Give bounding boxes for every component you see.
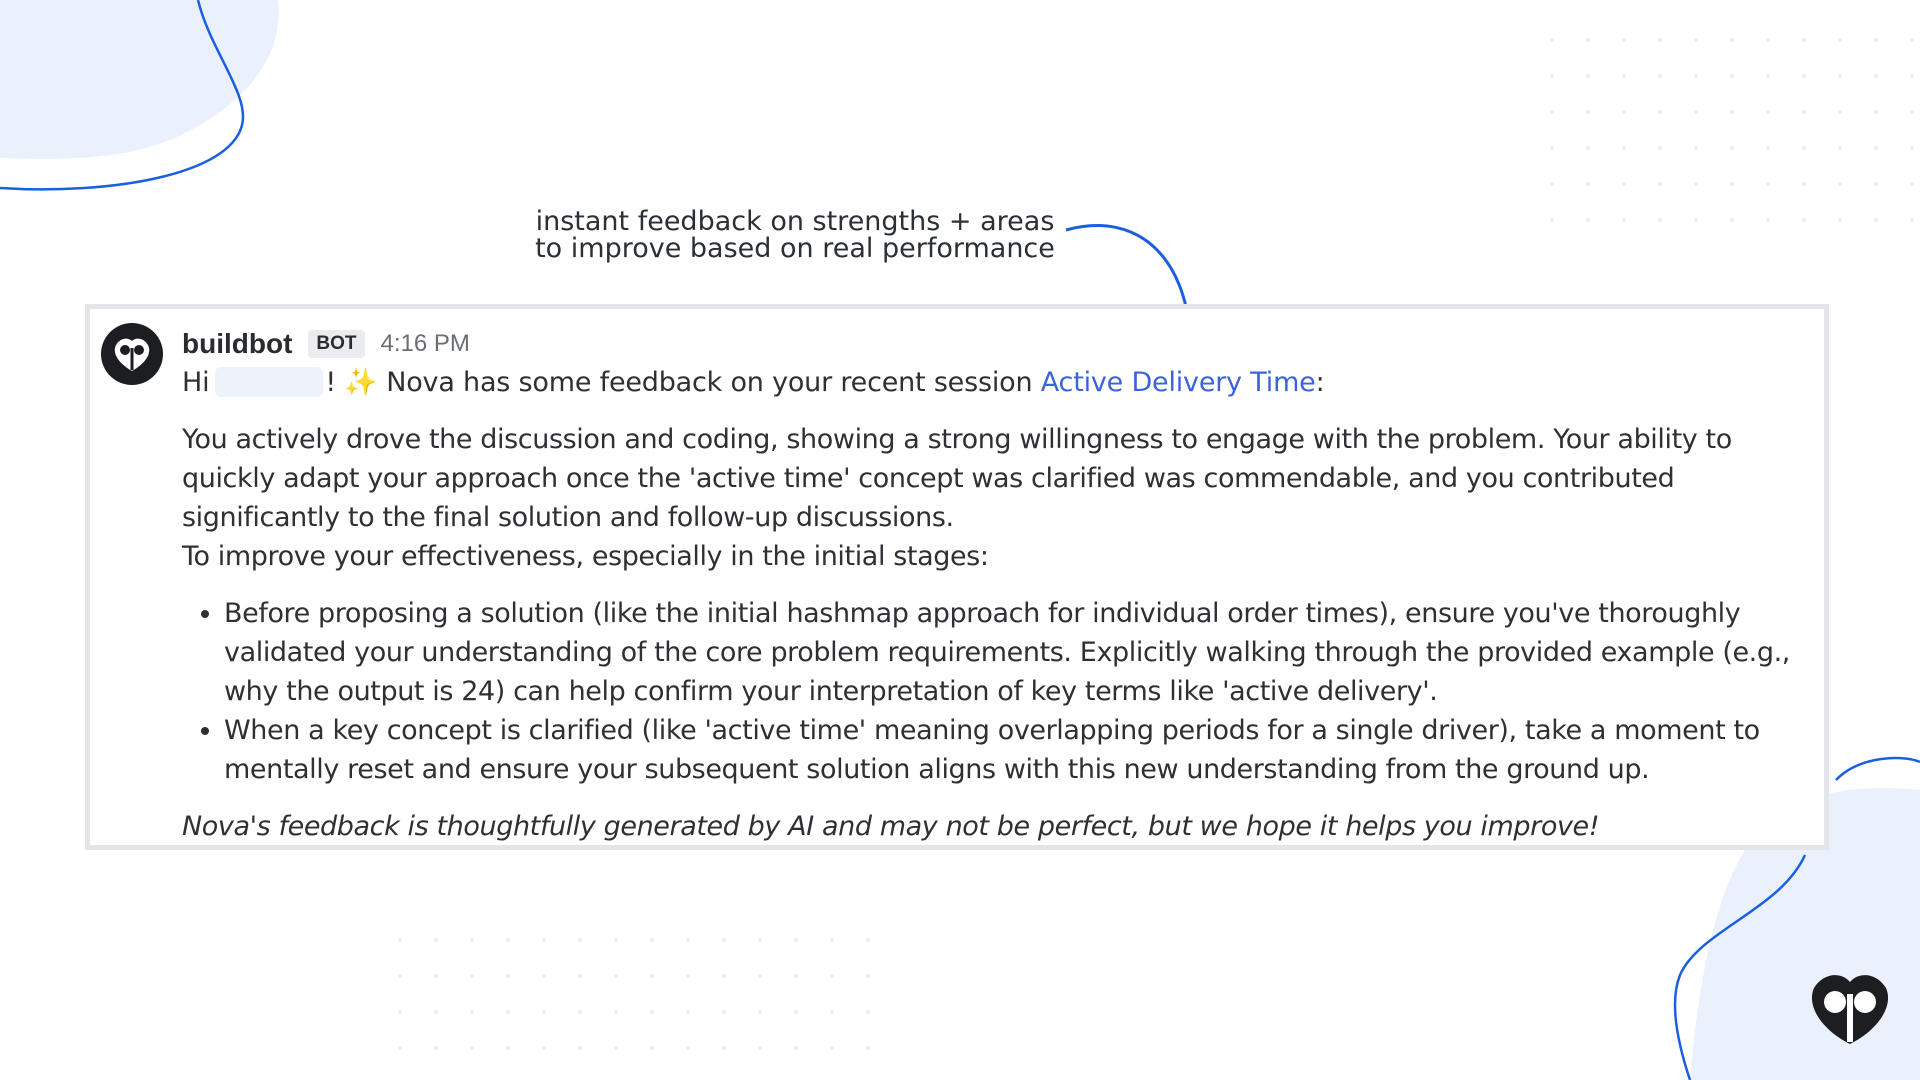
username[interactable]: buildbot bbox=[182, 328, 292, 360]
dot-grid-bottom bbox=[380, 930, 880, 1080]
top-left-blob bbox=[0, 0, 279, 159]
list-item: When a key concept is clarified (like 'a… bbox=[224, 711, 1812, 789]
annotation-line-2: to improve based on real performance bbox=[535, 233, 1055, 264]
owl-logo-icon bbox=[114, 338, 150, 371]
greeting-line: Hi! ✨ Nova has some feedback on your rec… bbox=[182, 366, 1325, 398]
bot-avatar[interactable] bbox=[101, 323, 163, 385]
message-header: buildbot BOT 4:16 PM bbox=[182, 326, 470, 362]
feedback-paragraph-strengths: You actively drove the discussion and co… bbox=[182, 424, 1732, 533]
feedback-bullet-list: Before proposing a solution (like the in… bbox=[182, 594, 1812, 789]
ai-disclaimer: Nova's feedback is thoughtfully generate… bbox=[182, 811, 1600, 842]
timestamp[interactable]: 4:16 PM bbox=[381, 330, 470, 358]
list-item: Before proposing a solution (like the in… bbox=[224, 594, 1812, 711]
greeting-exclaim: ! bbox=[325, 367, 337, 398]
top-left-line bbox=[0, 0, 245, 191]
bot-badge: BOT bbox=[308, 330, 365, 358]
session-link[interactable]: Active Delivery Time bbox=[1041, 367, 1316, 398]
redacted-name bbox=[215, 367, 324, 397]
feedback-paragraph-improve: To improve your effectiveness, especiall… bbox=[182, 541, 989, 572]
dot-grid-top-right bbox=[1535, 10, 1920, 250]
message-body: You actively drove the discussion and co… bbox=[182, 420, 1812, 846]
greeting-prefix: Hi bbox=[182, 367, 210, 398]
owl-logo-icon bbox=[1811, 975, 1889, 1044]
annotation-line-1: instant feedback on strengths + areas bbox=[535, 206, 1055, 237]
greeting-text: Nova has some feedback on your recent se… bbox=[377, 367, 1041, 398]
annotation-caption: instant feedback on strengths + areas to… bbox=[520, 208, 1070, 262]
sparkle-icon: ✨ bbox=[344, 367, 378, 398]
greeting-suffix: : bbox=[1315, 367, 1325, 398]
